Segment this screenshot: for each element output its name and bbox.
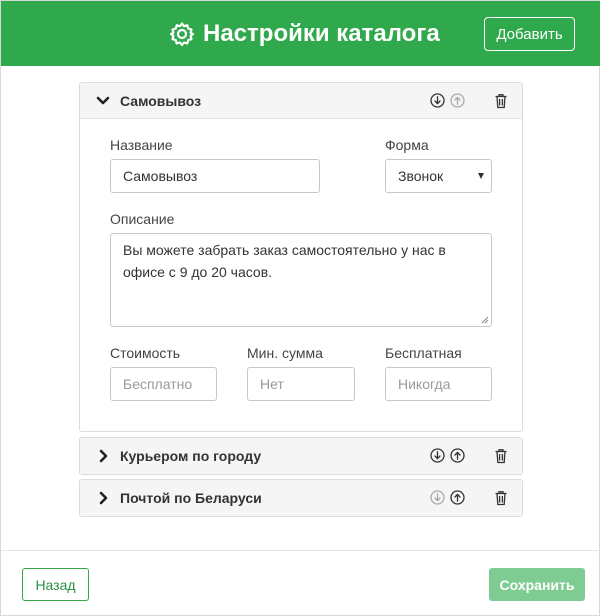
reorder-buttons	[430, 448, 465, 463]
delivery-panel-post: Почтой по Беларуси	[79, 479, 523, 517]
back-button[interactable]: Назад	[22, 568, 89, 601]
move-up-icon[interactable]	[450, 448, 465, 463]
free-label: Бесплатная	[385, 345, 462, 361]
panel-body: Название Самовывоз Форма Звонок Описание…	[80, 119, 522, 431]
min-sum-input[interactable]: Нет	[247, 367, 355, 401]
free-input[interactable]: Никогда	[385, 367, 492, 401]
delivery-panel-courier: Курьером по городу	[79, 437, 523, 475]
trash-icon[interactable]	[494, 93, 508, 109]
name-label: Название	[110, 137, 173, 153]
reorder-buttons	[430, 93, 465, 108]
move-down-icon[interactable]	[430, 93, 445, 108]
move-down-icon[interactable]	[430, 490, 445, 505]
add-button[interactable]: Добавить	[484, 17, 575, 51]
chevron-down-icon	[96, 96, 110, 104]
chevron-right-icon	[99, 491, 108, 505]
page-title-group: Настройки каталога	[169, 17, 440, 51]
move-down-icon[interactable]	[430, 448, 445, 463]
footer-divider	[1, 550, 600, 551]
cost-label: Стоимость	[110, 345, 181, 361]
delivery-panel-pickup: Самовывоз Название Самовывоз Форма Звоно…	[79, 82, 523, 432]
gear-icon	[169, 22, 195, 47]
form-label: Форма	[385, 137, 429, 153]
description-text: Вы можете забрать заказ самостоятельно у…	[123, 242, 446, 280]
caret-down-icon	[478, 173, 484, 179]
description-label: Описание	[110, 211, 175, 227]
panel-title: Курьером по городу	[120, 448, 262, 464]
move-up-icon[interactable]	[450, 490, 465, 505]
chevron-right-icon	[99, 449, 108, 463]
name-input[interactable]: Самовывоз	[110, 159, 320, 193]
catalog-settings-dialog: Настройки каталога Добавить Самовывоз На…	[0, 0, 600, 616]
panel-title: Почтой по Беларуси	[120, 490, 262, 506]
cost-input[interactable]: Бесплатно	[110, 367, 217, 401]
move-up-icon[interactable]	[450, 93, 465, 108]
form-select[interactable]: Звонок	[385, 159, 492, 193]
form-select-value: Звонок	[398, 168, 444, 184]
trash-icon[interactable]	[494, 448, 508, 464]
trash-icon[interactable]	[494, 490, 508, 506]
reorder-buttons	[430, 490, 465, 505]
page-title: Настройки каталога	[203, 20, 440, 47]
save-button[interactable]: Сохранить	[489, 568, 585, 601]
panel-title: Самовывоз	[120, 92, 202, 109]
description-textarea[interactable]: Вы можете забрать заказ самостоятельно у…	[110, 233, 492, 327]
panel-header[interactable]: Самовывоз	[80, 83, 522, 119]
panel-header[interactable]: Курьером по городу	[80, 438, 522, 474]
panel-header[interactable]: Почтой по Беларуси	[80, 480, 522, 516]
resize-grip-icon[interactable]	[481, 316, 489, 324]
header-bar: Настройки каталога Добавить	[1, 1, 600, 66]
min-sum-label: Мин. сумма	[247, 345, 323, 361]
